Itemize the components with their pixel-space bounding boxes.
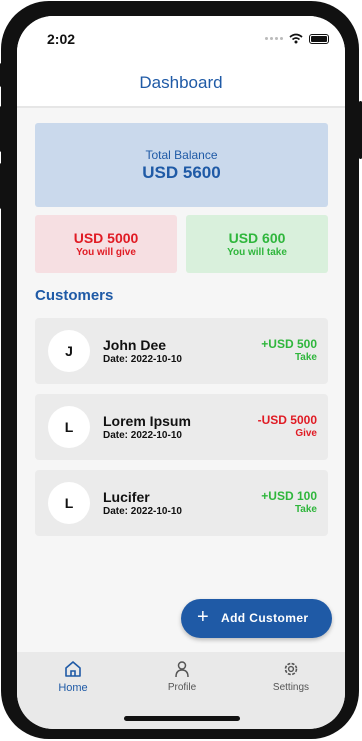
you-will-give-card: USD 5000 You will give bbox=[35, 215, 177, 273]
customer-date: Date: 2022-10-10 bbox=[103, 354, 182, 365]
customer-name: Lorem Ipsum bbox=[103, 413, 191, 429]
avatar: J bbox=[48, 330, 90, 372]
signal-icon bbox=[265, 37, 283, 40]
give-amount: USD 5000 bbox=[73, 230, 139, 246]
customer-date: Date: 2022-10-10 bbox=[103, 430, 182, 441]
gear-icon bbox=[284, 662, 298, 676]
status-time: 2:02 bbox=[47, 31, 76, 47]
give-label: You will give bbox=[76, 247, 136, 258]
customer-name: John Dee bbox=[103, 337, 167, 353]
wifi-icon bbox=[289, 33, 303, 44]
nav-label-home: Home bbox=[58, 682, 88, 694]
page-title: Dashboard bbox=[139, 73, 223, 92]
status-bar: 2:02 bbox=[17, 16, 345, 66]
avatar: L bbox=[48, 406, 90, 448]
total-balance-label: Total Balance bbox=[145, 148, 218, 162]
app-screen: 2:02 Dashboard Total Balance USD 5600 US… bbox=[17, 16, 345, 729]
add-customer-label: Add Customer bbox=[221, 611, 309, 625]
customer-date: Date: 2022-10-10 bbox=[103, 506, 182, 517]
take-amount: USD 600 bbox=[228, 230, 286, 246]
customer-amount: +USD 500 bbox=[261, 337, 317, 351]
customer-card[interactable]: J John Dee Date: 2022-10-10 +USD 500 Tak… bbox=[35, 318, 328, 384]
add-customer-button[interactable]: + Add Customer bbox=[181, 599, 332, 638]
customer-status: Take bbox=[294, 504, 317, 515]
side-button bbox=[0, 163, 3, 209]
you-will-take-card: USD 600 You will take bbox=[186, 215, 328, 273]
customer-status: Give bbox=[295, 428, 317, 439]
customers-heading: Customers bbox=[35, 287, 114, 304]
customer-name: Lucifer bbox=[103, 489, 150, 505]
nav-label-profile: Profile bbox=[167, 682, 197, 693]
home-icon bbox=[65, 661, 81, 677]
customer-amount: +USD 100 bbox=[261, 489, 317, 503]
customer-card[interactable]: L Lucifer Date: 2022-10-10 +USD 100 Take bbox=[35, 470, 328, 536]
side-button bbox=[0, 63, 3, 87]
battery-icon bbox=[309, 33, 329, 44]
plus-icon: + bbox=[197, 606, 209, 628]
home-indicator bbox=[124, 716, 240, 721]
status-icons bbox=[265, 33, 329, 44]
take-label: You will take bbox=[227, 247, 287, 258]
person-icon bbox=[175, 661, 189, 678]
customer-card[interactable]: L Lorem Ipsum Date: 2022-10-10 -USD 5000… bbox=[35, 394, 328, 460]
customer-amount: -USD 5000 bbox=[257, 413, 317, 427]
avatar: L bbox=[48, 482, 90, 524]
total-balance-value: USD 5600 bbox=[142, 163, 221, 182]
total-balance-card: Total Balance USD 5600 bbox=[35, 123, 328, 207]
phone-frame: 2:02 Dashboard Total Balance USD 5600 US… bbox=[1, 1, 359, 739]
nav-label-settings: Settings bbox=[272, 682, 310, 693]
app-header: Dashboard bbox=[17, 66, 345, 108]
side-button bbox=[0, 106, 3, 152]
customer-status: Take bbox=[294, 352, 317, 363]
